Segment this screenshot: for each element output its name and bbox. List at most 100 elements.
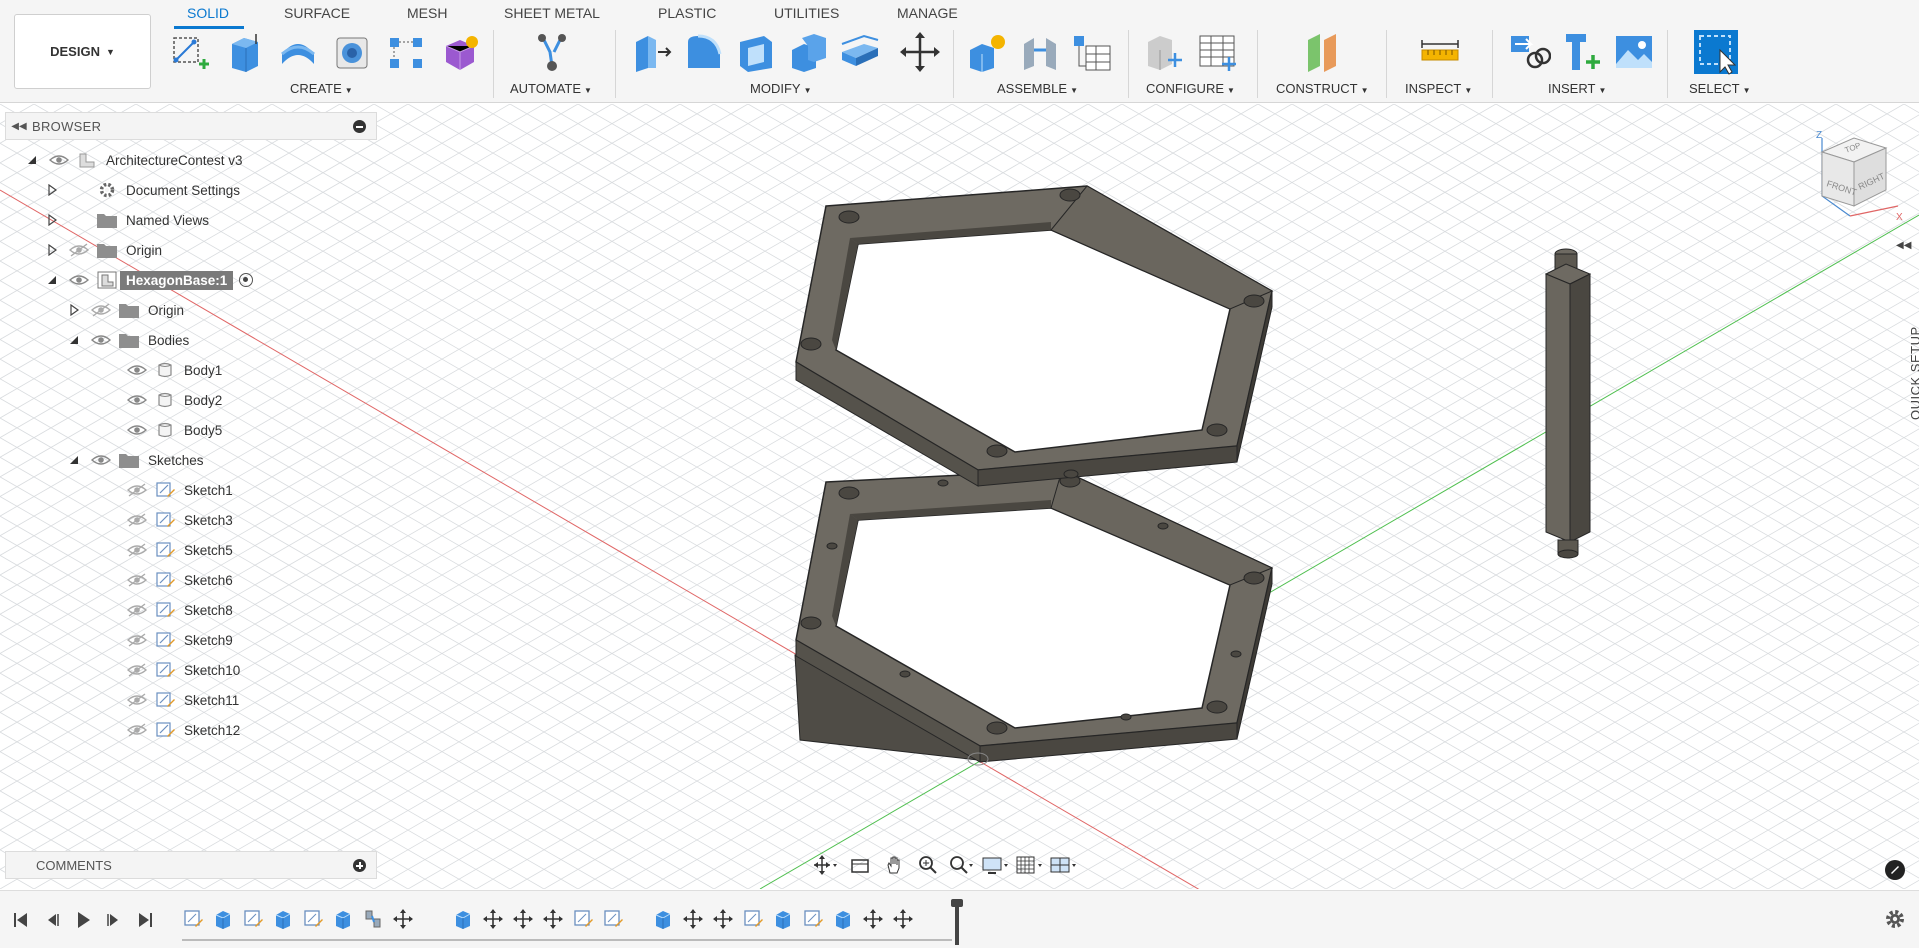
add-comment-icon[interactable] xyxy=(353,859,366,872)
tree-root[interactable]: ArchitectureContest v3 xyxy=(26,148,243,172)
tab-solid[interactable]: SOLID xyxy=(187,5,229,21)
select-menu[interactable]: SELECT ▼ xyxy=(1689,81,1751,96)
tree-item-label[interactable]: Document Settings xyxy=(126,183,240,198)
tree-item-sketches[interactable]: Sketches xyxy=(68,448,204,472)
visibility-eye-icon[interactable] xyxy=(90,333,112,347)
visibility-eye-icon[interactable] xyxy=(126,393,148,407)
quick-setup-label[interactable]: QUICK SETUP xyxy=(1908,326,1919,420)
tree-item-body2[interactable]: Body2 xyxy=(104,388,222,412)
tree-item-body5[interactable]: Body5 xyxy=(104,418,222,442)
tree-item-label[interactable]: Sketch3 xyxy=(184,513,233,528)
zoom-window-icon[interactable] xyxy=(948,853,976,877)
timeline-sketch-icon[interactable] xyxy=(742,908,764,930)
timeline-sketch-icon[interactable] xyxy=(302,908,324,930)
timeline-extrude-icon[interactable] xyxy=(332,908,354,930)
view-cube[interactable]: TOP FRONT RIGHT Z X xyxy=(1810,126,1910,236)
fillet-icon[interactable] xyxy=(682,30,726,74)
insert-canvas-icon[interactable] xyxy=(1612,30,1656,74)
configure-icon[interactable] xyxy=(1142,30,1186,74)
zoom-icon[interactable] xyxy=(914,853,942,877)
collapse-triangle-icon[interactable] xyxy=(68,303,80,317)
pattern-icon[interactable] xyxy=(384,30,428,74)
tab-mesh[interactable]: MESH xyxy=(407,5,447,21)
tab-plastic[interactable]: PLASTIC xyxy=(658,5,716,21)
automate-menu[interactable]: AUTOMATE ▼ xyxy=(510,81,592,96)
gear-icon[interactable] xyxy=(1884,908,1906,930)
hidden-eye-icon[interactable] xyxy=(126,663,148,677)
tree-item-component-origin[interactable]: Origin xyxy=(68,298,184,322)
timeline-move-icon[interactable] xyxy=(512,908,534,930)
visibility-eye-icon[interactable] xyxy=(68,273,90,287)
hidden-eye-icon[interactable] xyxy=(126,513,148,527)
offset-plane-icon[interactable] xyxy=(1302,30,1346,74)
hidden-eye-icon[interactable] xyxy=(126,603,148,617)
timeline-extrude-icon[interactable] xyxy=(452,908,474,930)
visibility-eye-icon[interactable] xyxy=(90,453,112,467)
hexagon-frame-lower[interactable] xyxy=(794,469,1274,766)
tree-item-label[interactable]: Sketch5 xyxy=(184,543,233,558)
automate-icon[interactable] xyxy=(530,30,574,74)
timeline-move-icon[interactable] xyxy=(482,908,504,930)
tree-item-label[interactable]: Sketch10 xyxy=(184,663,240,678)
timeline-sketch-icon[interactable] xyxy=(802,908,824,930)
hidden-eye-icon[interactable] xyxy=(126,543,148,557)
tree-item-label[interactable]: Sketch1 xyxy=(184,483,233,498)
tree-item-label[interactable]: ArchitectureContest v3 xyxy=(106,153,243,168)
configuration-table-icon[interactable] xyxy=(1196,30,1240,74)
visibility-eye-icon[interactable] xyxy=(126,423,148,437)
assemble-menu[interactable]: ASSEMBLE ▼ xyxy=(997,81,1078,96)
tree-item-sketch[interactable]: Sketch10 xyxy=(104,658,240,682)
shell-icon[interactable] xyxy=(734,30,778,74)
timeline-move-icon[interactable] xyxy=(862,908,884,930)
timeline-sketch-icon[interactable] xyxy=(182,908,204,930)
timeline-extrude-icon[interactable] xyxy=(832,908,854,930)
create-form-icon[interactable] xyxy=(438,30,482,74)
tree-item-sketch[interactable]: Sketch12 xyxy=(104,718,240,742)
timeline-move-icon[interactable] xyxy=(392,908,414,930)
measure-icon[interactable] xyxy=(1418,30,1462,74)
tree-item-sketch[interactable]: Sketch1 xyxy=(104,478,233,502)
modify-menu[interactable]: MODIFY ▼ xyxy=(750,81,811,96)
go-to-start-icon[interactable] xyxy=(10,909,32,931)
tree-item-named-views[interactable]: Named Views xyxy=(46,208,209,232)
timeline-extrude-icon[interactable] xyxy=(772,908,794,930)
tree-item-origin[interactable]: Origin xyxy=(46,238,162,262)
create-sketch-icon[interactable] xyxy=(168,30,212,74)
tree-item-label[interactable]: Sketch8 xyxy=(184,603,233,618)
joint-icon[interactable] xyxy=(1018,30,1062,74)
create-menu[interactable]: CREATE ▼ xyxy=(290,81,353,96)
step-forward-icon[interactable] xyxy=(102,909,124,931)
tree-item-sketch[interactable]: Sketch8 xyxy=(104,598,233,622)
timeline-sketch-icon[interactable] xyxy=(242,908,264,930)
play-icon[interactable] xyxy=(72,909,94,931)
tree-item-bodies[interactable]: Bodies xyxy=(68,328,189,352)
activate-component-radio[interactable] xyxy=(239,273,254,287)
hidden-eye-icon[interactable] xyxy=(90,303,112,317)
go-to-end-icon[interactable] xyxy=(134,909,156,931)
tree-item-label[interactable]: Sketch12 xyxy=(184,723,240,738)
tree-item-label[interactable]: Sketch9 xyxy=(184,633,233,648)
tree-item-sketch[interactable]: Sketch3 xyxy=(104,508,233,532)
tree-item-body1[interactable]: Body1 xyxy=(104,358,222,382)
move-copy-icon[interactable] xyxy=(898,30,942,74)
visibility-eye-icon[interactable] xyxy=(48,153,70,167)
timeline-extrude-icon[interactable] xyxy=(272,908,294,930)
expand-triangle-icon[interactable] xyxy=(68,454,80,466)
hidden-eye-icon[interactable] xyxy=(126,483,148,497)
insert-derive-icon[interactable] xyxy=(1507,30,1552,74)
expand-triangle-icon[interactable] xyxy=(26,154,38,166)
tree-item-component[interactable]: HexagonBase:1 xyxy=(46,268,254,292)
tree-item-label[interactable]: HexagonBase:1 xyxy=(120,270,234,290)
inspect-menu[interactable]: INSPECT ▼ xyxy=(1405,81,1472,96)
tab-sheet-metal[interactable]: SHEET METAL xyxy=(504,5,600,21)
grid-settings-icon[interactable] xyxy=(1016,853,1044,877)
hidden-eye-icon[interactable] xyxy=(126,633,148,647)
expand-panel-icon[interactable]: ◀◀ xyxy=(1896,240,1911,251)
tab-utilities[interactable]: UTILITIES xyxy=(774,5,839,21)
select-icon[interactable] xyxy=(1692,28,1740,76)
pan-icon[interactable] xyxy=(880,853,908,877)
quick-setup-panel[interactable]: ◀◀ QUICK SETUP xyxy=(1886,230,1919,430)
tree-item-label[interactable]: Body5 xyxy=(184,423,222,438)
timeline-sketch-icon[interactable] xyxy=(602,908,624,930)
display-settings-icon[interactable] xyxy=(982,853,1010,877)
